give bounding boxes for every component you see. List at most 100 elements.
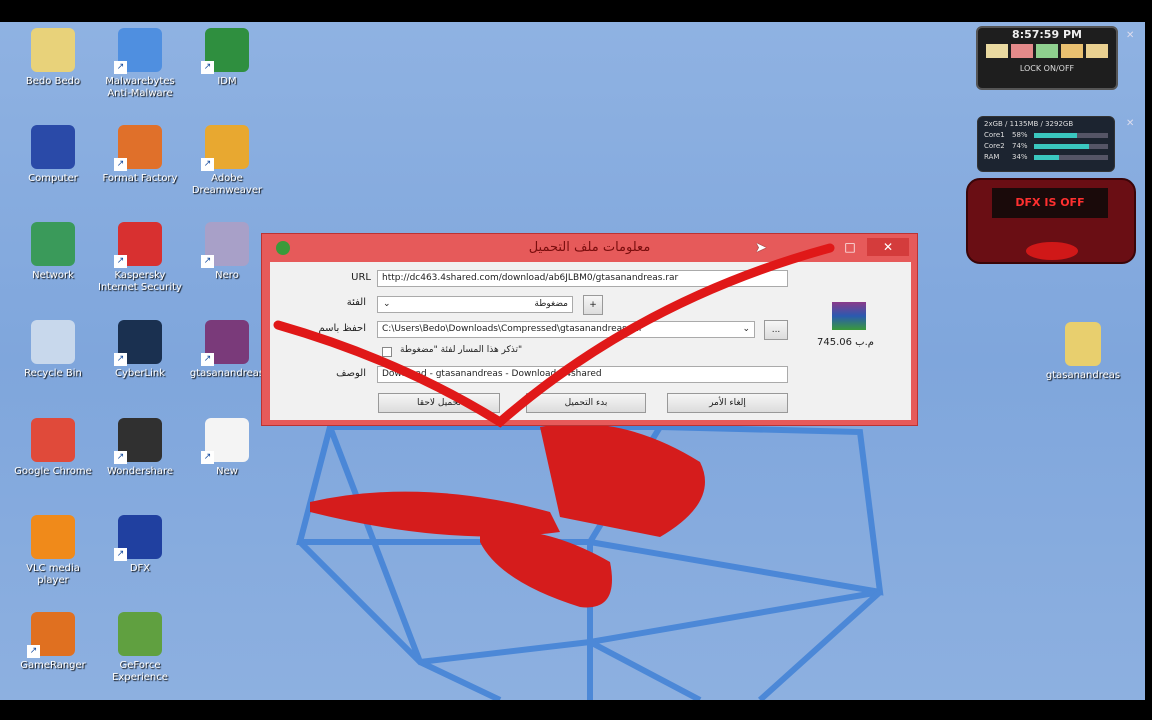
dfx-display: DFX IS OFF	[992, 188, 1108, 218]
app-icon	[31, 418, 75, 462]
gadget-close-icon[interactable]: ✕	[1126, 30, 1134, 41]
clock-gadget: 8:57:59 PM LOCK ON/OFF	[976, 26, 1118, 90]
system-monitor-gadget: 2xGB / 1135MB / 3292GB Core1 58% Core2 74% R…	[977, 116, 1115, 172]
desktop-icon[interactable]: ↗ Malwarebytes Anti-Malware	[97, 28, 183, 100]
minimize-button[interactable]: –	[812, 238, 836, 256]
shortcut-arrow-icon: ↗	[201, 255, 214, 268]
desktop-icon[interactable]: ↗ gtasanandreas	[184, 320, 270, 380]
desktop-icon[interactable]: ↗ Wondershare	[97, 418, 183, 478]
desktop-icon[interactable]: Computer	[10, 125, 96, 185]
color-button[interactable]	[1086, 44, 1108, 58]
desktop-icon[interactable]: ↗ DFX	[97, 515, 183, 575]
monitor-value: 34%	[1012, 153, 1028, 161]
shortcut-arrow-icon: ↗	[201, 158, 214, 171]
description-field[interactable]: Download - gtasanandreas - Download - 4s…	[377, 366, 788, 383]
desktop-icon-gtasanandreas-folder[interactable]: gtasanandreas	[1040, 322, 1126, 382]
desktop-icon[interactable]: ↗ Format Factory	[97, 125, 183, 185]
app-icon	[31, 222, 75, 266]
desktop-icon-label: Adobe Dreamweaver	[191, 173, 263, 196]
file-size: 745.06 م.ب	[817, 337, 874, 348]
chevron-down-icon: ⌄	[383, 299, 391, 309]
desktop-icon-label: Wondershare	[106, 466, 174, 477]
clock-time: 8:57:59 PM	[1012, 28, 1082, 41]
save-as-field[interactable]: C:\Users\Bedo\Downloads\Compressed\gtasa…	[377, 321, 755, 338]
shortcut-arrow-icon: ↗	[114, 158, 127, 171]
app-icon: ↗	[114, 125, 162, 171]
shortcut-arrow-icon: ↗	[114, 451, 127, 464]
url-field[interactable]: http://dc463.4shared.com/download/ab6JLB…	[377, 270, 788, 287]
desktop-icon[interactable]: Google Chrome	[10, 418, 96, 478]
app-icon: ↗	[27, 612, 75, 658]
mouse-cursor-icon: ➤	[755, 240, 767, 256]
app-icon: ↗	[114, 320, 162, 366]
app-icon: ↗	[201, 125, 249, 171]
desktop-icon-label: Bedo Bedo	[25, 76, 81, 87]
folder-icon	[1065, 322, 1101, 366]
close-button[interactable]: ✕	[867, 238, 909, 256]
desktop-icon[interactable]: Bedo Bedo	[10, 28, 96, 88]
color-button[interactable]	[1061, 44, 1083, 58]
desktop-icon-label: CyberLink	[115, 368, 165, 379]
start-download-button[interactable]: بدء التحميل	[526, 393, 646, 413]
app-icon	[31, 125, 75, 169]
desktop-icon-label: VLC media player	[26, 563, 80, 586]
winrar-file-icon	[832, 302, 866, 330]
app-icon: ↗	[114, 28, 162, 74]
desktop-icon[interactable]: GeForce Experience	[97, 612, 183, 684]
app-icon	[31, 515, 75, 559]
desktop-icon-label: Nero	[215, 270, 239, 281]
desktop-icon-label: Recycle Bin	[24, 368, 82, 379]
download-info-dialog: معلومات ملف التحميل – □ ✕ URL http://dc4…	[261, 233, 918, 426]
app-icon: ↗	[201, 222, 249, 268]
monitor-value: 74%	[1012, 142, 1028, 150]
monitor-row: Core1 58%	[984, 131, 1108, 139]
color-button[interactable]	[1036, 44, 1058, 58]
usage-bar-fill	[1034, 154, 1060, 160]
monitor-value: 58%	[1012, 131, 1028, 139]
app-icon: ↗	[201, 320, 249, 366]
color-button[interactable]	[986, 44, 1008, 58]
desktop-icon[interactable]: ↗ New	[184, 418, 270, 478]
desktop-icon-label: Network	[32, 270, 74, 281]
app-icon: ↗	[114, 222, 162, 268]
shortcut-arrow-icon: ↗	[201, 353, 214, 366]
desktop-icon[interactable]: ↗ Kaspersky Internet Security	[97, 222, 183, 294]
desktop-icon[interactable]: ↗ Adobe Dreamweaver	[184, 125, 270, 197]
desktop-icon[interactable]: ↗ Nero	[184, 222, 270, 282]
dfx-power-button[interactable]	[1026, 242, 1078, 260]
desktop-icon[interactable]: Network	[10, 222, 96, 282]
desktop-icon[interactable]: ↗ CyberLink	[97, 320, 183, 380]
remember-path-label: تذكر هذا المسار لفئة "مضغوطة"	[400, 345, 523, 355]
description-label: الوصف	[336, 368, 366, 379]
color-button[interactable]	[1011, 44, 1033, 58]
desktop-icon-label: Computer	[28, 173, 78, 184]
desktop-icon-label: Format Factory	[102, 173, 178, 184]
browse-button[interactable]: ...	[764, 320, 788, 340]
desktop-icon[interactable]: Recycle Bin	[10, 320, 96, 380]
app-icon	[118, 612, 162, 656]
dialog-body: URL http://dc463.4shared.com/download/ab…	[270, 262, 911, 420]
app-icon	[31, 320, 75, 364]
monitor-row: RAM 34%	[984, 153, 1108, 161]
add-category-button[interactable]: +	[583, 295, 603, 315]
usage-bar-fill	[1034, 132, 1077, 138]
usage-bar	[1034, 154, 1108, 160]
desktop-icon[interactable]: ↗ GameRanger	[10, 612, 96, 672]
usage-bar	[1034, 143, 1108, 149]
clock-buttons	[978, 44, 1116, 58]
gadget-close-icon[interactable]: ✕	[1126, 118, 1134, 129]
desktop-icon[interactable]: ↗ IDM	[184, 28, 270, 88]
shortcut-arrow-icon: ↗	[27, 645, 40, 658]
download-later-button[interactable]: تحميل لاحقا	[378, 393, 500, 413]
category-select[interactable]: مضغوطة ⌄	[377, 296, 573, 313]
desktop-icon[interactable]: VLC media player	[10, 515, 96, 587]
category-value: مضغوطة	[534, 299, 568, 309]
maximize-button[interactable]: □	[838, 238, 862, 256]
lock-toggle[interactable]: LOCK ON/OFF	[978, 64, 1116, 73]
desktop-icon-label: IDM	[217, 76, 237, 87]
shortcut-arrow-icon: ↗	[114, 548, 127, 561]
remember-path-checkbox[interactable]	[382, 347, 392, 357]
usage-bar	[1034, 132, 1108, 138]
cancel-button[interactable]: إلغاء الأمر	[667, 393, 788, 413]
desktop-icon-label: gtasanandreas	[189, 368, 265, 379]
